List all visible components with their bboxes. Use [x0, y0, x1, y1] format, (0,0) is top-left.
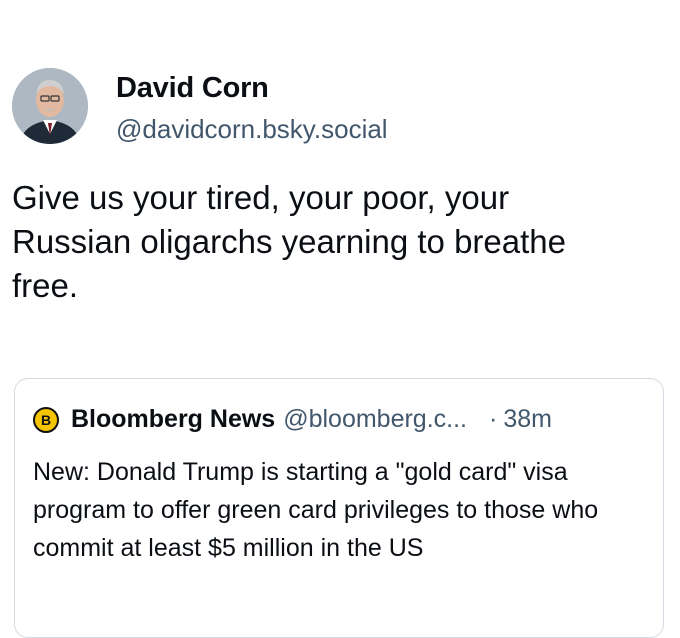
quoted-author-name[interactable]: Bloomberg News [71, 405, 275, 434]
post-text: Give us your tired, your poor, your Russ… [12, 179, 566, 304]
author-name[interactable]: David Corn [116, 72, 269, 105]
quoted-author-avatar[interactable]: B [33, 406, 59, 433]
author-handle[interactable]: @davidcorn.bsky.social [116, 114, 388, 145]
quoted-post-header: B Bloomberg News @bloomberg.c... · 38m [33, 405, 645, 434]
quoted-post-card[interactable]: B Bloomberg News @bloomberg.c... · 38m N… [14, 378, 664, 638]
post: David Corn @davidcorn.bsky.social Give u… [0, 0, 680, 638]
quoted-post-text: New: Donald Trump is starting a "gold ca… [33, 458, 599, 562]
quoted-author-handle[interactable]: @bloomberg.c... [283, 405, 467, 434]
time-separator: · [489, 405, 498, 433]
author-avatar[interactable] [12, 68, 88, 144]
quoted-post-timestamp[interactable]: 38m [503, 405, 552, 434]
avatar-photo [12, 68, 88, 144]
